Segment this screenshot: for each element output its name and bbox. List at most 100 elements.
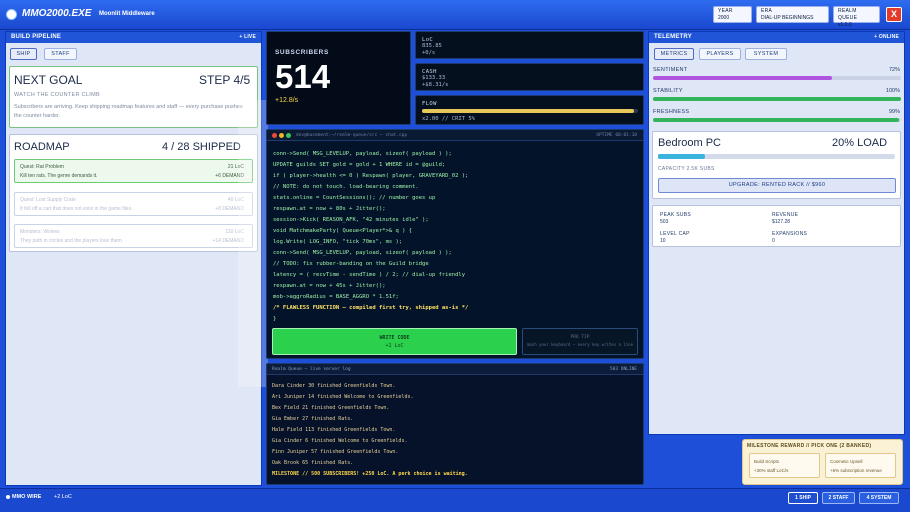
subscribers-label: SUBSCRIBERS	[275, 49, 329, 56]
roadmap-count: 4 / 28 SHIPPED	[162, 141, 241, 153]
quest-cost: 110 LoC	[225, 229, 244, 235]
flow-label: FLOW	[422, 101, 437, 107]
stat-label: REALM QUEUE	[838, 8, 858, 21]
code-line: /* FLAWLESS FUNCTION — compiled first tr…	[273, 305, 469, 311]
peak-subs-value: 503	[660, 219, 669, 225]
code-line: latency = ( recvTime - sendTime ) / 2; /…	[273, 272, 466, 278]
code-line: UPDATE guilds SET gold = gold + 1 WHERE …	[273, 162, 446, 168]
app-icon	[6, 9, 17, 20]
log-line: Ari Juniper 14 finished Welcome to Green…	[272, 394, 414, 400]
milestone-title: MILESTONE REWARD // PICK ONE (2 BANKED)	[747, 443, 872, 449]
write-code-button[interactable]: WRITE CODE +1 LoC	[272, 328, 517, 355]
roadmap-item-wolves[interactable]: Monsters: Wolves They path in circles an…	[14, 224, 253, 248]
code-line: // NOTE: do not touch. load-bearing comm…	[273, 184, 419, 190]
code-line: log.Write( LOG_INFO, "tick 70ms", ms );	[273, 239, 403, 245]
hotkey-staff-button[interactable]: 2 STAFF	[822, 492, 855, 504]
pro-tip-label: PRO TIP	[570, 335, 590, 340]
freshness-meter	[653, 118, 901, 122]
editor-path: dev@basement:~/realm-queue/src — chat.cp…	[296, 133, 408, 138]
wire-dot-icon	[6, 495, 10, 499]
quest-cost: 40 LoC	[227, 197, 244, 203]
freshness-label: FRESHNESS	[653, 109, 690, 115]
sentiment-label: SENTIMENT	[653, 67, 688, 73]
revenue-value: $127.28	[772, 219, 791, 225]
roadmap-label: ROADMAP	[14, 141, 70, 153]
quest-desc: They path in circles and the players lov…	[20, 238, 124, 244]
cash-card: CASH $133.33 +$8.31/s	[415, 63, 644, 91]
log-line: Oak Brook 65 finished Rats.	[272, 460, 354, 466]
subscribers-count: 514	[275, 58, 331, 95]
wire-value: +2 LoC	[54, 494, 72, 500]
pro-tip-text: mash your keyboard — every key writes a …	[527, 342, 633, 347]
log-line: Bex Field 21 finished Greenfields Town.	[272, 405, 390, 411]
roadmap-item-supply-crate[interactable]: Quest: Lost Supply Crate It fell off a c…	[14, 192, 253, 216]
expansions-label: EXPANSIONS	[772, 231, 808, 237]
panel-header: BUILD PIPELINE + LIVE	[6, 32, 261, 43]
pro-tip: PRO TIP mash your keyboard — every key w…	[522, 328, 638, 355]
server-load-meter	[658, 154, 895, 159]
perk-cosmetic-upsell[interactable]: Cosmetic Upsell +6% subscription revenue	[825, 453, 896, 478]
hotkey-ship-button[interactable]: 1 SHIP	[788, 492, 818, 504]
tab-staff[interactable]: STAFF	[44, 48, 77, 60]
write-code-label: WRITE CODE	[379, 335, 410, 341]
code-line: }	[273, 316, 277, 322]
stat-value: 2000	[718, 15, 730, 21]
quest-desc: It fell off a cart that does not exist i…	[20, 206, 133, 212]
stat-value: v1.0.0	[838, 22, 852, 28]
level-cap-label: LEVEL CAP	[660, 231, 690, 237]
perk-name: Cosmetic Upsell	[830, 459, 863, 464]
hotkey-system-button[interactable]: 4 SYSTEM	[859, 492, 899, 504]
tab-metrics[interactable]: METRICS	[654, 48, 694, 60]
server-log-title: Realm Queue — live server log	[272, 367, 351, 372]
expansions-value: 0	[772, 238, 775, 244]
stat-era: ERA DIAL-UP BEGINNINGS	[756, 6, 829, 23]
server-load: 20% LOAD	[832, 137, 888, 149]
quest-demand: +8 DEMAND	[215, 206, 244, 212]
panel-header: TELEMETRY + ONLINE	[649, 32, 904, 43]
cash-rate: +$8.31/s	[422, 82, 449, 88]
sentiment-value: 72%	[888, 67, 900, 73]
code-line: // TODO: fix rubber-banding on the Guild…	[273, 261, 429, 267]
quest-demand: +14 DEMAND	[212, 238, 244, 244]
freshness-value: 99%	[888, 109, 900, 115]
code-line: void MatchmakeParty( Queue<Player*>& q )…	[273, 228, 413, 234]
server-load-fill	[658, 154, 706, 159]
flow-detail: x2.00 // CRIT 5%	[422, 116, 475, 122]
stability-value: 100%	[885, 88, 900, 94]
subscribers-rate: +12.8/s	[275, 97, 299, 104]
log-line: Gia Cinder 6 finished Welcome to Greenfi…	[272, 438, 408, 444]
roadmap-item-rat-problem[interactable]: Quest: Rat Problem Kill ten rats. The ge…	[14, 159, 253, 183]
app-subtitle: Moonlit Middleware	[99, 11, 155, 17]
loc-value: 835.85	[422, 43, 442, 49]
stat-label: ERA	[761, 8, 773, 14]
flow-card: FLOW x2.00 // CRIT 5%	[415, 95, 644, 125]
next-goal-headline: WATCH THE COUNTER CLIMB	[14, 92, 100, 98]
log-line: Finn Juniper 57 finished Greenfields Tow…	[272, 449, 399, 455]
tab-players[interactable]: PLAYERS	[699, 48, 741, 60]
perk-desc: +6% subscription revenue	[830, 468, 882, 473]
revenue-label: REVENUE	[772, 212, 799, 218]
code-line: conn->Send( MSG_LEVELUP, payload, sizeof…	[273, 250, 452, 256]
stat-label: YEAR	[718, 8, 733, 14]
flow-meter	[422, 109, 638, 113]
quest-demand: +6 DEMAND	[215, 173, 244, 179]
tab-system[interactable]: SYSTEM	[745, 48, 787, 60]
write-code-sub: +1 LoC	[385, 343, 404, 349]
quest-desc: Kill ten rats. The genre demands it.	[20, 173, 98, 179]
online-badge: + ONLINE	[874, 34, 899, 40]
peak-subs-label: PEAK SUBS	[660, 212, 692, 218]
editor-uptime: UPTIME 00:01:10	[596, 133, 637, 138]
loc-card: LoC 835.85 +0/s	[415, 31, 644, 59]
quest-cost: 21 LoC	[227, 164, 244, 170]
code-line: if ( player->health <= 0 ) Respawn( play…	[273, 173, 469, 179]
close-button[interactable]: X	[886, 7, 902, 22]
sentiment-meter	[653, 76, 901, 80]
cash-value: $133.33	[422, 75, 446, 81]
server-log: Realm Queue — live server log 503 ONLINE	[266, 363, 644, 485]
quest-name: Quest: Lost Supply Crate	[20, 197, 76, 203]
tab-ship[interactable]: SHIP	[10, 48, 37, 60]
server-name: Bedroom PC	[658, 137, 721, 149]
upgrade-button[interactable]: UPGRADE: RENTED RACK // $960	[658, 178, 896, 193]
code-line: stats.online = CountSessions(); // numbe…	[273, 195, 436, 201]
perk-build-scripts[interactable]: Build Scripts +30% staff LoC/s	[749, 453, 820, 478]
